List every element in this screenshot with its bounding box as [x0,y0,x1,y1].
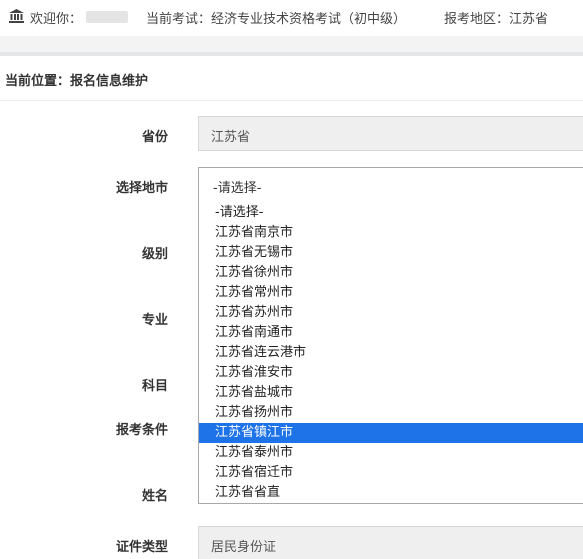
id-type-field: 居民身份证 [198,526,583,559]
city-options: -请选择- 江苏省南京市 江苏省无锡市 江苏省徐州市 江苏省常州市 江苏省苏州市 江苏省南通… [199,201,583,503]
city-option[interactable]: 江苏省南京市 [199,223,583,243]
city-option[interactable]: 江苏省盐城市 [199,383,583,403]
city-option[interactable]: 江苏省泰州市 [199,443,583,463]
city-option[interactable]: 江苏省省直 [199,483,583,503]
username-redacted [86,11,128,23]
major-label: 专业 [141,313,168,328]
name-label: 姓名 [141,489,168,504]
header-divider [0,36,583,56]
city-option[interactable]: 江苏省连云港市 [199,343,583,363]
welcome-text: 欢迎你： [30,12,83,27]
city-select[interactable]: -请选择- [198,167,583,202]
city-option[interactable]: -请选择- [199,203,583,223]
exam-region: 报考地区：江苏省 [444,12,549,27]
city-option[interactable]: 江苏省扬州市 [199,403,583,423]
city-option[interactable]: 江苏省镇江市 [199,423,583,443]
breadcrumb: 当前位置：报名信息维护 [5,74,149,89]
current-exam: 当前考试：经济专业技术资格考试（初中级） [146,12,407,27]
breadcrumb-divider [0,100,583,101]
top-bar: 欢迎你： 当前考试：经济专业技术资格考试（初中级） 报考地区：江苏省 [0,0,583,36]
level-label: 级别 [141,247,168,262]
bank-icon [9,9,24,23]
condition-label: 报考条件 [115,423,168,438]
city-label: 选择地市 [115,181,168,196]
subject-label: 科目 [141,379,168,394]
city-option[interactable]: 江苏省宿迁市 [199,463,583,483]
city-option[interactable]: 江苏省无锡市 [199,243,583,263]
city-option[interactable]: 江苏省苏州市 [199,303,583,323]
city-option[interactable]: 江苏省徐州市 [199,263,583,283]
city-dropdown-list[interactable]: -请选择- 江苏省南京市 江苏省无锡市 江苏省徐州市 江苏省常州市 江苏省苏州市 江苏省南通… [198,201,583,504]
province-field: 江苏省 [198,116,583,151]
city-option[interactable]: 江苏省淮安市 [199,363,583,383]
province-label: 省份 [141,130,168,145]
id-type-label: 证件类型 [115,540,168,555]
city-option[interactable]: 江苏省南通市 [199,323,583,343]
city-option[interactable]: 江苏省常州市 [199,283,583,303]
